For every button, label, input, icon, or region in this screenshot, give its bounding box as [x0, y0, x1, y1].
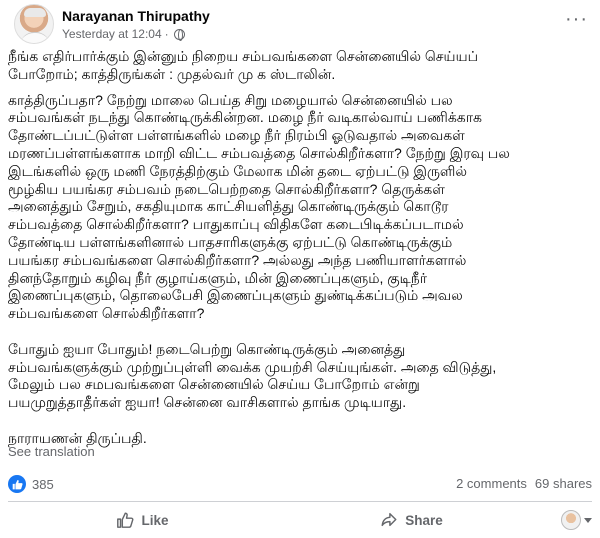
like-badge-icon: [8, 475, 26, 493]
comments-count[interactable]: 2 comments: [456, 476, 527, 491]
share-button[interactable]: Share: [277, 511, 546, 529]
more-icon[interactable]: ···: [565, 8, 588, 31]
share-icon: [381, 512, 397, 527]
share-label: Share: [405, 512, 443, 528]
post-body: நீங்க எதிர்பார்க்கும் இன்னும் நிறைய சம்ப…: [8, 48, 596, 465]
post-paragraph: போதும் ஐயா போதும்! நடைபெற்று கொண்டிருக்க…: [8, 340, 497, 411]
shares-count[interactable]: 69 shares: [535, 476, 592, 491]
post-paragraph: நீங்க எதிர்பார்க்கும் இன்னும் நிறைய சம்ப…: [8, 48, 478, 82]
reactions-summary[interactable]: 385: [8, 474, 54, 494]
post-header: Narayanan Thirupathy Yesterday at 12:04 …: [0, 0, 600, 46]
like-button[interactable]: Like: [8, 511, 277, 529]
reaction-count: 385: [32, 476, 54, 492]
profile-avatar: [561, 510, 581, 530]
meta-separator: ·: [164, 27, 169, 41]
like-label: Like: [141, 512, 169, 528]
like-icon: [117, 512, 134, 528]
post-paragraph: நாராயணன் திருப்பதி.: [8, 429, 147, 446]
globe-icon: [173, 28, 185, 41]
author-avatar[interactable]: [14, 4, 54, 44]
post-timestamp[interactable]: Yesterday at 12:04: [62, 27, 162, 41]
post-paragraph: காத்திருப்பதா? நேற்று மாலை பெய்த சிறு மழ…: [8, 91, 510, 322]
see-translation-link[interactable]: See translation: [8, 444, 95, 459]
post-meta: Yesterday at 12:04 ·: [62, 27, 185, 41]
engagement-counts: 2 comments 69 shares: [456, 476, 592, 491]
audience-selector[interactable]: [546, 510, 592, 530]
caret-icon: [584, 517, 592, 523]
divider: [8, 501, 592, 502]
action-bar: Like Share: [8, 504, 592, 536]
author-name[interactable]: Narayanan Thirupathy: [62, 8, 210, 24]
